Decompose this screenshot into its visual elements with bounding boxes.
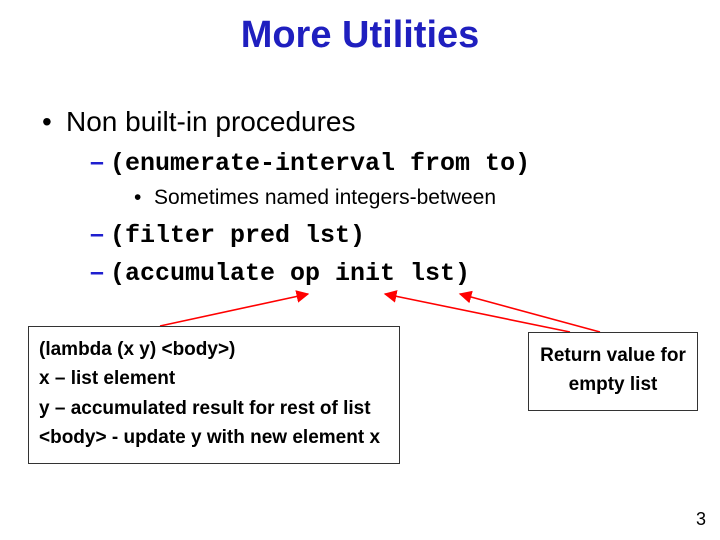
- code-enumerate: (enumerate-interval from to): [110, 149, 530, 178]
- callout-return-line2: empty list: [535, 370, 691, 399]
- arrow-op-to-lambda: [160, 294, 308, 326]
- dash-icon: –: [90, 258, 110, 287]
- bullet-level2-accumulate: –(accumulate op init lst): [90, 258, 470, 288]
- bullet-level2-enumerate: –(enumerate-interval from to): [90, 148, 530, 178]
- arrow-lst-to-return: [460, 294, 600, 332]
- callout-return-line1: Return value for: [535, 341, 691, 370]
- callout-lambda-line2: x – list element: [39, 364, 389, 393]
- code-filter: (filter pred lst): [110, 221, 365, 250]
- arrow-init-to-return: [385, 294, 570, 332]
- page-number: 3: [696, 509, 706, 530]
- note-text: Sometimes named integers-between: [154, 186, 496, 209]
- callout-return-value: Return value for empty list: [528, 332, 698, 411]
- bullet-level3-enumerate-note: •Sometimes named integers-between: [134, 186, 496, 210]
- bullet-text: Non built-in procedures: [66, 106, 356, 137]
- bullet-dot-icon: •: [134, 186, 154, 210]
- callout-lambda: (lambda (x y) <body>) x – list element y…: [28, 326, 400, 464]
- code-accumulate: (accumulate op init lst): [110, 259, 470, 288]
- bullet-level1: •Non built-in procedures: [42, 106, 356, 138]
- bullet-level2-filter: –(filter pred lst): [90, 220, 365, 250]
- callout-lambda-line4: <body> - update y with new element x: [39, 423, 389, 452]
- callout-lambda-line1: (lambda (x y) <body>): [39, 335, 389, 364]
- slide-title: More Utilities: [0, 14, 720, 57]
- dash-icon: –: [90, 148, 110, 177]
- dash-icon: –: [90, 220, 110, 249]
- bullet-dot-icon: •: [42, 106, 66, 138]
- callout-lambda-line3: y – accumulated result for rest of list: [39, 394, 389, 423]
